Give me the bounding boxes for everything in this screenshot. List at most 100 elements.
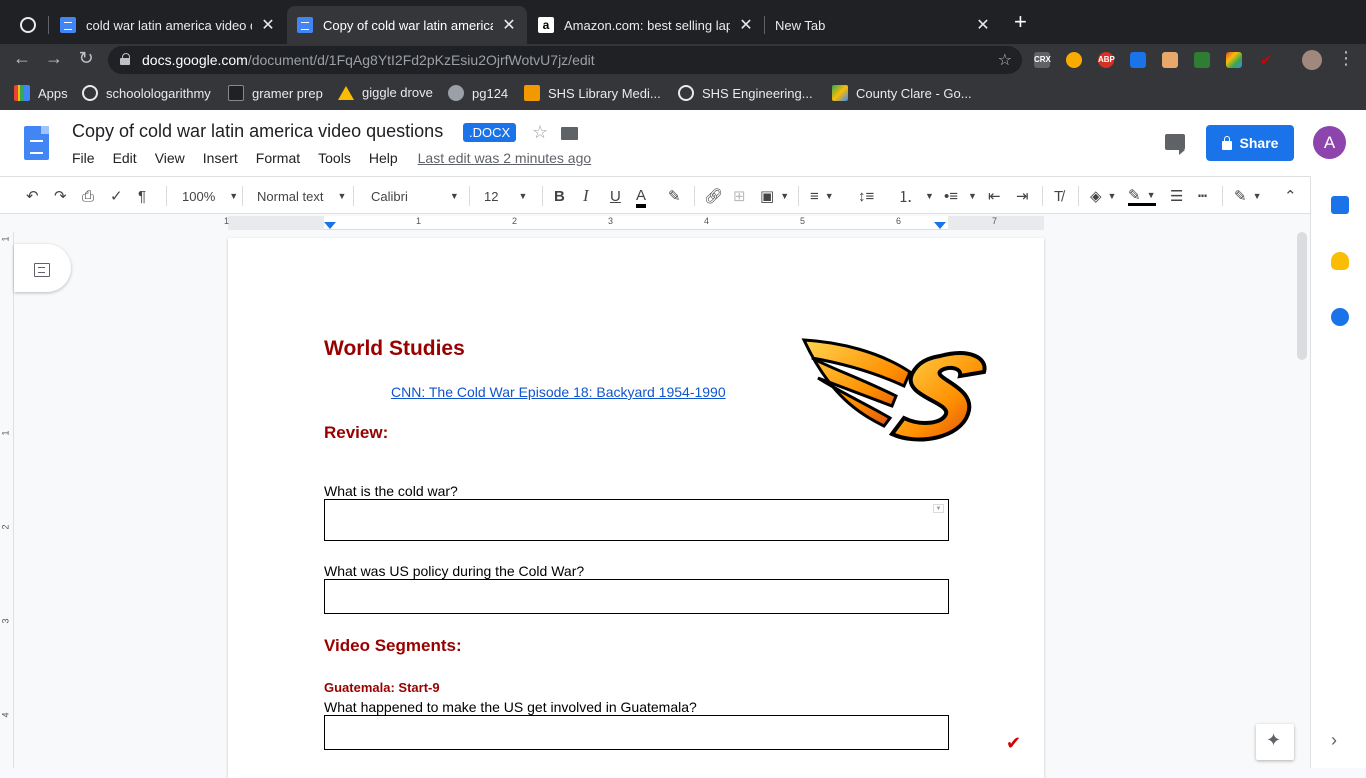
bookmark-shs-engineering[interactable]: SHS Engineering... [678, 85, 813, 101]
right-indent-marker[interactable] [934, 222, 946, 229]
guatemala-subheading: Guatemala: Start-9 [324, 680, 440, 695]
line-spacing-icon[interactable]: ↕≡ [858, 186, 874, 206]
bold-button[interactable]: B [554, 186, 565, 206]
fill-color-icon[interactable]: ◈ ▼ [1090, 186, 1116, 206]
redo-icon[interactable]: ↷ [54, 186, 67, 206]
menu-dots-icon[interactable]: ⋮ [1334, 48, 1358, 69]
numbered-list-icon[interactable]: ⒈ ▼ [898, 186, 934, 206]
menu-edit[interactable]: Edit [113, 150, 137, 166]
bulleted-list-icon[interactable]: •≡ ▼ [944, 186, 977, 206]
increase-indent-icon[interactable]: ⇥ [1016, 186, 1029, 206]
ruler-number: 1 [416, 216, 422, 226]
tasks-icon[interactable] [1331, 308, 1349, 326]
adblock-extension-icon[interactable]: ABP [1098, 52, 1115, 68]
owl-extension-icon[interactable] [1066, 52, 1082, 68]
horizontal-ruler[interactable]: 1 1 2 3 4 5 6 7 [224, 216, 1044, 230]
profile-avatar[interactable] [1302, 50, 1322, 70]
menu-view[interactable]: View [155, 150, 185, 166]
bookmark-apps[interactable]: Apps [14, 85, 68, 101]
reload-icon[interactable]: ↻ [74, 48, 98, 69]
highlight-icon[interactable]: ✎ [668, 186, 681, 206]
address-bar[interactable]: docs.google.com/document/d/1FqAg8YtI2Fd2… [108, 46, 1022, 74]
close-tab-icon[interactable]: ✕ [738, 15, 754, 35]
close-tab-icon[interactable]: ✕ [501, 15, 517, 35]
bookmark-label: schoolologarithmy [106, 85, 211, 101]
decrease-indent-icon[interactable]: ⇤ [988, 186, 1001, 206]
tab-copy-of-cold-war[interactable]: Copy of cold war latin america ✕ [287, 6, 527, 44]
red-checkmark-icon[interactable]: ✔ [1006, 733, 1021, 754]
back-arrow-icon[interactable]: ← [10, 48, 34, 69]
bookmark-county-clare[interactable]: County Clare - Go... [832, 85, 972, 101]
border-color-icon[interactable]: ✎ ▼ [1128, 186, 1156, 206]
google-docs-logo-icon[interactable] [24, 126, 49, 160]
color-extension-icon[interactable] [1226, 52, 1242, 68]
tab-new-tab[interactable]: New Tab ✕ [765, 6, 1001, 44]
side-panel [1310, 176, 1366, 768]
tab-amazon[interactable]: a Amazon.com: best selling lapto ✕ [528, 6, 764, 44]
left-indent-marker[interactable] [324, 222, 336, 229]
style-select[interactable]: Normal text ▼ [257, 186, 346, 206]
keep-icon[interactable] [1331, 252, 1349, 270]
menu-help[interactable]: Help [369, 150, 398, 166]
extension-icon[interactable] [1162, 52, 1178, 68]
tab-cold-war-video-questions[interactable]: cold war latin america video qu ✕ [50, 6, 286, 44]
answer-box-1[interactable]: ▼ [324, 499, 949, 541]
link-icon[interactable]: 🔗︎ [704, 186, 723, 206]
underline-button[interactable]: U [610, 186, 621, 206]
menu-format[interactable]: Format [256, 150, 300, 166]
video-link[interactable]: CNN: The Cold War Episode 18: Backyard 1… [391, 384, 726, 400]
extension-icon[interactable] [1130, 52, 1146, 68]
document-title[interactable]: Copy of cold war latin america video que… [72, 121, 443, 142]
bookmark-schoolologarithmy[interactable]: schoolologarithmy [82, 85, 211, 101]
menu-file[interactable]: File [72, 150, 95, 166]
last-edit-link[interactable]: Last edit was 2 minutes ago [418, 150, 592, 166]
extension-icon[interactable] [1194, 52, 1210, 68]
font-select[interactable]: Calibri ▼ [371, 186, 459, 206]
forward-arrow-icon[interactable]: → [42, 48, 66, 69]
editing-mode-icon[interactable]: ✎ ▼ [1234, 186, 1262, 206]
new-tab-button[interactable]: + [1014, 11, 1027, 33]
bookmark-pg124[interactable]: pg124 [448, 85, 508, 101]
star-icon[interactable]: ☆ [532, 122, 548, 143]
spellcheck-icon[interactable]: ✓ [110, 186, 123, 206]
close-tab-icon[interactable]: ✕ [975, 15, 991, 35]
border-width-icon[interactable]: ☰ [1170, 186, 1183, 206]
close-tab-icon[interactable]: ✕ [260, 15, 276, 35]
paint-format-icon[interactable]: ¶ [138, 186, 146, 206]
tab-pinned[interactable] [10, 6, 44, 44]
calendar-icon[interactable] [1331, 196, 1349, 214]
font-size-select[interactable]: 12 ▼ [484, 186, 527, 206]
italic-button[interactable]: I [583, 186, 589, 206]
menu-tools[interactable]: Tools [318, 150, 351, 166]
border-dash-icon[interactable]: ┅ [1198, 186, 1207, 206]
answer-box-2[interactable] [324, 579, 949, 614]
undo-icon[interactable]: ↶ [26, 186, 39, 206]
collapse-chevron-icon[interactable]: ⌃ [1284, 186, 1297, 206]
share-button[interactable]: Share [1206, 125, 1294, 161]
chevron-down-icon[interactable]: ▼ [933, 504, 944, 513]
account-avatar[interactable]: A [1313, 126, 1346, 159]
explore-button[interactable] [1256, 724, 1294, 760]
text-color-button[interactable]: A [636, 186, 647, 208]
vertical-ruler: 1 1 2 3 4 [0, 232, 14, 768]
clear-formatting-icon[interactable]: T̸ [1054, 186, 1063, 206]
menu-insert[interactable]: Insert [203, 150, 238, 166]
zoom-select[interactable]: 100% ▼ [182, 186, 238, 206]
add-comment-icon[interactable]: ⊞ [733, 186, 746, 206]
bookmark-gramer-prep[interactable]: gramer prep [228, 85, 323, 101]
vertical-scrollbar[interactable] [1297, 232, 1307, 360]
print-icon[interactable]: ⎙ [82, 186, 94, 206]
folder-icon[interactable] [561, 127, 578, 140]
align-icon[interactable]: ≡ ▼ [810, 186, 834, 206]
comments-icon[interactable] [1165, 134, 1185, 155]
document-page[interactable]: World Studies CNN: The Cold War Episode … [228, 238, 1044, 778]
crx-extension-icon[interactable]: CRX [1034, 52, 1051, 68]
bookmark-star-icon[interactable]: ☆ [998, 50, 1012, 70]
bookmark-shs-library[interactable]: SHS Library Medi... [524, 85, 661, 101]
answer-box-3[interactable] [324, 715, 949, 750]
document-outline-button[interactable] [14, 244, 71, 292]
bookmark-giggle-drove[interactable]: giggle drove [338, 85, 433, 100]
insert-image-icon[interactable]: ▣ ▼ [760, 186, 789, 206]
chevron-right-icon[interactable]: › [1331, 730, 1337, 751]
checkmark-extension-icon[interactable]: ✔ [1258, 52, 1274, 68]
